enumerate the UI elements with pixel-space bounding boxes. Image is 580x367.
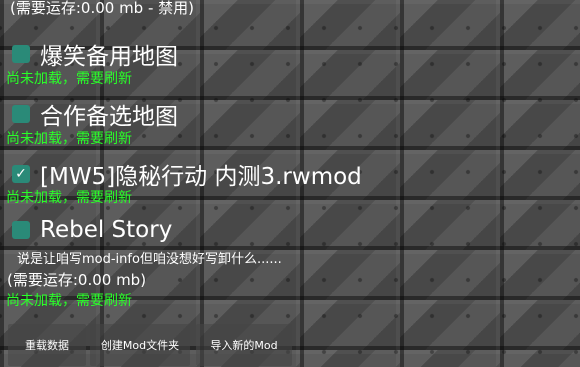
mod-title: [MW5]隐秘行动 内测3.rwmod <box>40 164 362 190</box>
mod-title: Rebel Story <box>40 217 173 243</box>
mod-item-3[interactable]: ✓ [MW5]隐秘行动 内测3.rwmod <box>12 157 362 191</box>
checkbox-icon[interactable] <box>12 221 30 239</box>
mod-description: 说是让咱写mod-info但咱没想好写卸什么...... <box>17 252 282 267</box>
mod-title: 爆笑备用地图 <box>40 44 178 70</box>
bottom-toolbar: 重载数据 创建Mod文件夹 导入新的Mod <box>0 322 580 367</box>
checkbox-checked-icon[interactable]: ✓ <box>12 165 30 183</box>
memory-status-text: (需要运存:0.00 mb - 禁用) <box>10 0 195 17</box>
mod-item-2[interactable]: 合作备选地图 <box>12 97 178 131</box>
mod-title: 合作备选地图 <box>40 104 178 130</box>
checkbox-icon[interactable] <box>12 45 30 63</box>
import-mod-button[interactable]: 导入新的Mod <box>196 324 292 366</box>
mod-status: 尚未加载，需要刷新 <box>6 71 132 87</box>
mod-item-4[interactable]: Rebel Story <box>12 217 172 243</box>
mod-status: 尚未加载，需要刷新 <box>6 190 132 206</box>
mod-status: 尚未加载，需要刷新 <box>6 131 132 147</box>
checkbox-icon[interactable] <box>12 105 30 123</box>
mod-item-1[interactable]: 爆笑备用地图 <box>12 37 178 71</box>
reload-data-button[interactable]: 重载数据 <box>8 324 86 366</box>
mod-memory-text: (需要运存:0.00 mb) <box>7 271 147 289</box>
create-mod-folder-button[interactable]: 创建Mod文件夹 <box>90 324 190 366</box>
mod-status: 尚未加载，需要刷新 <box>6 293 132 309</box>
